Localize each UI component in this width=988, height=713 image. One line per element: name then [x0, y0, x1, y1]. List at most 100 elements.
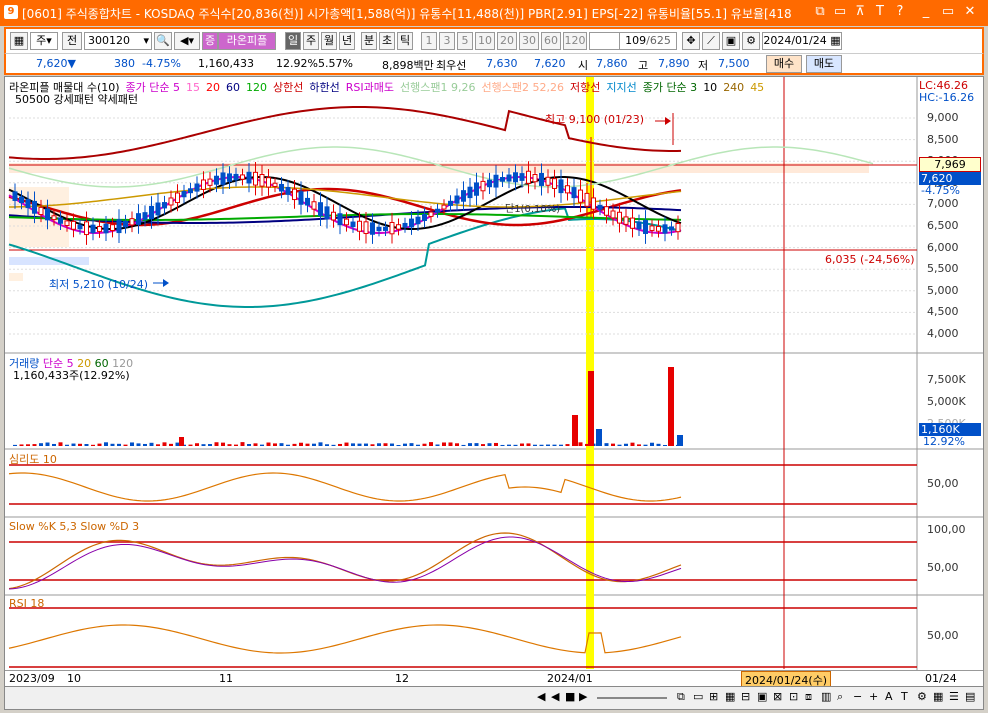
- high-annotation: 최고 9,100 (01/23): [545, 113, 645, 126]
- legend-item[interactable]: 20: [206, 81, 220, 94]
- tool-icon-6[interactable]: ▣: [757, 690, 767, 703]
- interval-20[interactable]: 20: [497, 32, 517, 50]
- interval-10[interactable]: 10: [475, 32, 495, 50]
- search-icon[interactable]: 🔍: [154, 32, 172, 50]
- zoom-out-icon[interactable]: −: [853, 690, 862, 703]
- gear-icon[interactable]: ⚙: [742, 32, 760, 50]
- tool-icon-10[interactable]: ▥: [821, 690, 831, 703]
- stock-code-input[interactable]: 300120 ▾: [84, 32, 152, 50]
- volume-bar: [195, 443, 199, 446]
- scroll-first-icon[interactable]: ◀: [537, 690, 545, 703]
- interval-60[interactable]: 60: [541, 32, 561, 50]
- window-restore-icon[interactable]: ▭: [832, 4, 848, 20]
- play-icon[interactable]: ▶: [579, 690, 587, 703]
- scroll-slider[interactable]: [597, 697, 667, 699]
- font-size-icon[interactable]: A: [885, 690, 893, 703]
- vol-y-2: 5,000K: [927, 395, 966, 408]
- all-button[interactable]: 전: [62, 32, 82, 50]
- volume-bar: [331, 444, 336, 446]
- list-icon[interactable]: ☰: [949, 690, 959, 703]
- tool-icon-4[interactable]: ▦: [725, 690, 735, 703]
- close-icon[interactable]: ✕: [962, 4, 978, 20]
- help-icon[interactable]: ?: [892, 4, 908, 20]
- tool-icon-7[interactable]: ⊠: [773, 690, 782, 703]
- candle-body: [454, 195, 460, 204]
- interval-1[interactable]: 1: [421, 32, 437, 50]
- interval-120[interactable]: 120: [563, 32, 587, 50]
- tool-icon-5[interactable]: ⊟: [741, 690, 750, 703]
- stoch-y-1: 100,00: [927, 523, 966, 536]
- stop-icon[interactable]: ■: [565, 690, 575, 703]
- candle-body: [110, 224, 115, 232]
- candle-body: [480, 180, 486, 192]
- candle-body: [77, 224, 83, 230]
- zoom-in-icon[interactable]: +: [869, 690, 878, 703]
- tool-icon-8[interactable]: ⊡: [789, 690, 798, 703]
- tool-icon-1[interactable]: ⧉: [677, 690, 685, 704]
- legend-item[interactable]: 저항선: [570, 81, 600, 94]
- period-tick[interactable]: 틱: [397, 32, 413, 50]
- volume-bar: [383, 443, 388, 446]
- legend-item[interactable]: 선행스팬2 52,26: [481, 81, 563, 94]
- chart-list-icon[interactable]: ▤: [965, 690, 975, 703]
- legend-item[interactable]: 상한선: [273, 81, 303, 94]
- legend-item[interactable]: 15: [186, 81, 200, 94]
- tool-icon-9[interactable]: ⧈: [805, 690, 812, 704]
- candle-body: [662, 224, 668, 234]
- legend-item[interactable]: 종가 단순 3: [643, 81, 697, 94]
- tool-icon-2[interactable]: ▭: [693, 690, 703, 703]
- candle-body: [298, 191, 304, 205]
- period-day[interactable]: 일: [285, 32, 301, 50]
- period-minute[interactable]: 분: [361, 32, 377, 50]
- sound-icon[interactable]: ◀▾: [174, 32, 200, 50]
- buy-button[interactable]: 매수: [766, 55, 802, 73]
- interval-3[interactable]: 3: [439, 32, 455, 50]
- legend-item[interactable]: 60: [226, 81, 240, 94]
- legend-item[interactable]: 하한선: [309, 81, 339, 94]
- legend-item[interactable]: 120: [246, 81, 267, 94]
- legend-item[interactable]: 10: [703, 81, 717, 94]
- candle-body: [526, 170, 531, 184]
- price-y-label: 5,000: [927, 283, 959, 297]
- sell-button[interactable]: 매도: [806, 55, 842, 73]
- legend-item[interactable]: 240: [723, 81, 744, 94]
- chart-canvas[interactable]: [5, 77, 983, 685]
- interval-5[interactable]: 5: [457, 32, 473, 50]
- maximize-icon[interactable]: ▭: [940, 4, 956, 20]
- window-pin-icon[interactable]: ⊼: [852, 4, 868, 20]
- chart-type-icon[interactable]: ▦: [10, 32, 28, 50]
- volume-bar: [416, 444, 420, 446]
- period-second[interactable]: 초: [379, 32, 395, 50]
- text-icon[interactable]: T: [901, 690, 908, 703]
- crosshair-icon[interactable]: ✥: [682, 32, 700, 50]
- zoom-icon[interactable]: ⌕: [837, 690, 843, 704]
- interval-30[interactable]: 30: [519, 32, 539, 50]
- date-input[interactable]: 2024/01/24 ▦: [762, 32, 842, 50]
- period-type-select[interactable]: 주▾: [30, 32, 58, 50]
- scroll-prev-icon[interactable]: ◀: [551, 690, 559, 703]
- period-year[interactable]: 년: [339, 32, 355, 50]
- candle-body: [103, 223, 109, 234]
- price-y-label: 4,000: [927, 327, 959, 340]
- chart-area[interactable]: 라온피플 매물대 수(10) 종가 단순 5 15 20 60 120 상한선 하한선 RSI과…: [4, 76, 984, 689]
- volume-bar: [299, 442, 303, 446]
- tool-icon-3[interactable]: ⊞: [709, 690, 718, 703]
- volume-value: 1,160,433: [198, 57, 254, 70]
- font-icon[interactable]: T: [872, 4, 888, 20]
- legend-item[interactable]: RSI과매도: [346, 81, 394, 94]
- count-field[interactable]: 109/625: [619, 32, 677, 50]
- candle-body: [227, 173, 232, 182]
- grid-icon[interactable]: ▦: [933, 690, 943, 703]
- period-week[interactable]: 주: [303, 32, 319, 50]
- legend-item[interactable]: 지지선: [606, 81, 636, 94]
- draw-icon[interactable]: ⟋: [702, 32, 720, 50]
- legend-item[interactable]: 45: [750, 81, 764, 94]
- window-link-icon[interactable]: ⧉: [812, 4, 828, 20]
- candle-body: [12, 191, 18, 201]
- candle-body: [201, 179, 206, 190]
- settings-icon[interactable]: ⚙: [917, 690, 927, 703]
- minimize-icon[interactable]: _: [918, 4, 934, 20]
- period-month[interactable]: 월: [321, 32, 337, 50]
- legend-item[interactable]: 선행스팬1 9,26: [400, 81, 475, 94]
- save-icon[interactable]: ▣: [722, 32, 740, 50]
